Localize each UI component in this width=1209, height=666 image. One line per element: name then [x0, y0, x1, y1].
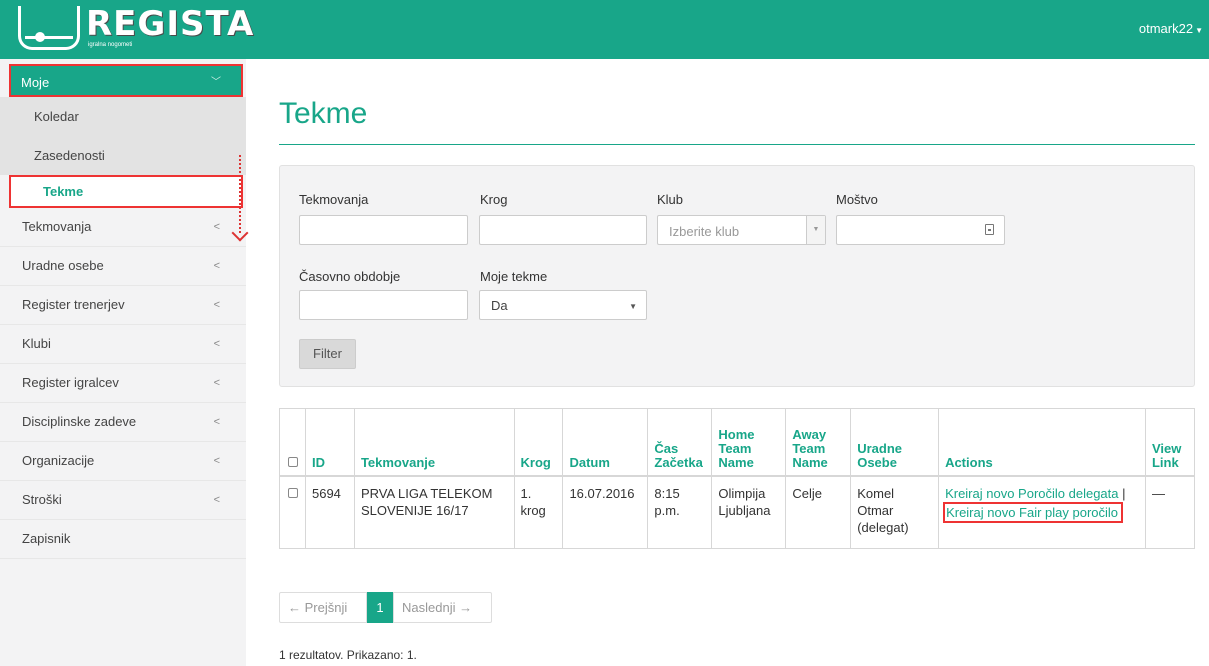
cell-home-team: Olimpija Ljubljana [711, 475, 787, 549]
filter-button[interactable]: Filter [299, 339, 356, 369]
sidebar-subitem-zasedenosti[interactable]: Zasedenosti [0, 136, 246, 175]
sidebar-item-label: Register trenerjev [22, 297, 125, 312]
sidebar-item-organizacije[interactable]: Organizacije < [0, 442, 246, 481]
create-fair-play-report-link[interactable]: Kreiraj novo Fair play poročilo [943, 501, 1124, 523]
sidebar-submenu-moje: Koledar Zasedenosti [0, 97, 246, 175]
sidebar-item-label: Uradne osebe [22, 258, 104, 273]
moje-tekme-label: Moje tekme [480, 269, 548, 284]
col-actions: Actions [938, 408, 1146, 477]
sidebar-item-label: Register igralcev [22, 375, 119, 390]
krog-input[interactable] [479, 215, 647, 245]
title-divider [279, 144, 1195, 145]
klub-select[interactable]: Izberite klub ▼ [657, 215, 826, 245]
chevron-left-icon: < [213, 416, 220, 428]
pagination-previous[interactable]: ← Prejšnji [279, 592, 367, 623]
moje-tekme-value: Da [491, 298, 508, 313]
casovno-obdobje-input[interactable] [299, 290, 468, 320]
chevron-left-icon: < [213, 338, 220, 350]
filter-panel: Tekmovanja Krog Klub Izberite klub ▼ Moš… [279, 165, 1195, 387]
top-navbar: REGISTA igralna nogometi otmark22 ▼ [0, 0, 1209, 59]
col-datum[interactable]: Datum [562, 408, 649, 477]
obdobje-label: Časovno obdobje [299, 269, 401, 284]
pagination-next[interactable]: Naslednji → [393, 592, 492, 623]
col-view-link: View Link [1144, 408, 1196, 477]
sidebar: Moje ﹀ Koledar Zasedenosti Tekme Tekmova… [0, 59, 249, 666]
row-checkbox[interactable] [288, 487, 298, 498]
username: otmark22 [1138, 21, 1194, 36]
col-krog[interactable]: Krog [513, 408, 564, 477]
sidebar-item-label: Tekmovanja [22, 219, 92, 234]
col-uradne-osebe[interactable]: Uradne Osebe [850, 408, 940, 477]
sidebar-item-label: Stroški [22, 492, 62, 507]
sidebar-item-label: Zapisnik [22, 531, 71, 546]
tekmovanja-input[interactable] [299, 215, 468, 245]
cell-id: 5694 [304, 475, 355, 549]
chevron-left-icon: < [213, 260, 220, 272]
table-row: 5694 PRVA LIGA TELEKOM SLOVENIJE 16/17 1… [279, 475, 1196, 549]
pagination-page-1[interactable]: 1 [367, 592, 393, 623]
annotation-arrow [231, 155, 249, 242]
col-tekmovanje[interactable]: Tekmovanje [353, 408, 515, 477]
klub-placeholder: Izberite klub [669, 224, 740, 239]
col-cas-zacetka[interactable]: Čas Začetka [647, 408, 713, 477]
mostvo-input[interactable] [836, 215, 1005, 245]
create-delegate-report-link[interactable]: Kreiraj novo Poročilo delegata [945, 486, 1118, 501]
row-select-cell [279, 475, 306, 549]
sidebar-item-label: Disciplinske zadeve [22, 414, 137, 429]
logo-subtitle: igralna nogometi [88, 42, 133, 48]
cell-view-link: — [1144, 475, 1196, 549]
sidebar-item-stroski[interactable]: Stroški < [0, 481, 246, 520]
sidebar-item-label: Klubi [22, 336, 51, 351]
goal-logo-icon [18, 6, 80, 50]
cell-tekmovanje: PRVA LIGA TELEKOM SLOVENIJE 16/17 [353, 475, 515, 549]
sidebar-subitem-koledar[interactable]: Koledar [0, 97, 246, 136]
klub-label: Klub [657, 192, 684, 207]
mostvo-label: Moštvo [836, 192, 878, 207]
col-away-team[interactable]: Away Team Name [785, 408, 852, 477]
page-title: Tekme [279, 97, 368, 130]
chevron-left-icon: < [213, 221, 220, 233]
chevron-down-icon: ﹀ [211, 77, 221, 88]
sidebar-subitem-tekme[interactable]: Tekme [9, 175, 243, 208]
dropdown-arrow-icon[interactable]: ▼ [806, 216, 825, 244]
chevron-left-icon: < [213, 455, 220, 467]
caret-down-icon: ▼ [629, 302, 637, 311]
sidebar-item-label: Moje [21, 75, 50, 90]
regista-logo[interactable]: REGISTA igralna nogometi [18, 4, 253, 50]
moje-tekme-select[interactable]: Da ▼ [479, 290, 647, 320]
sidebar-item-uradne-osebe[interactable]: Uradne osebe < [0, 247, 246, 286]
col-home-team[interactable]: Home Team Name [711, 408, 787, 477]
sidebar-item-tekmovanja[interactable]: Tekmovanja < [0, 208, 246, 247]
sidebar-item-klubi[interactable]: Klubi < [0, 325, 246, 364]
sidebar-item-disciplinske-zadeve[interactable]: Disciplinske zadeve < [0, 403, 246, 442]
chevron-left-icon: < [213, 299, 220, 311]
sidebar-item-label: Organizacije [22, 453, 95, 468]
cell-krog: 1. krog [513, 475, 564, 549]
results-summary: 1 rezultatov. Prikazano: 1. [279, 648, 417, 662]
sidebar-item-moje[interactable]: Moje ﹀ [9, 64, 243, 97]
krog-label: Krog [480, 192, 508, 207]
cell-actions: Kreiraj novo Poročilo delegata | Kreiraj… [938, 475, 1146, 549]
user-menu[interactable]: otmark22 ▼ [1139, 21, 1203, 36]
sidebar-item-zapisnik[interactable]: Zapisnik [0, 520, 246, 559]
sidebar-item-register-igralcev[interactable]: Register igralcev < [0, 364, 246, 403]
chevron-left-icon: < [213, 377, 220, 389]
calendar-icon [985, 224, 994, 235]
cell-away-team: Celje [785, 475, 852, 549]
select-all-cell [279, 408, 306, 477]
tekmovanja-label: Tekmovanja [299, 192, 369, 207]
cell-datum: 16.07.2016 [562, 475, 649, 549]
logo-title: REGISTA [86, 4, 255, 44]
table-header-row: ID Tekmovanje Krog Datum Čas Začetka Hom… [279, 408, 1196, 477]
cell-cas: 8:15 p.m. [647, 475, 713, 549]
action-separator: | [1122, 485, 1126, 501]
cell-uradne-osebe: Komel Otmar (delegat) [850, 475, 940, 549]
select-all-checkbox[interactable] [288, 456, 298, 467]
chevron-left-icon: < [213, 494, 220, 506]
caret-down-icon: ▼ [1195, 26, 1203, 35]
pagination: ← Prejšnji 1 Naslednji → [279, 592, 492, 623]
results-table: ID Tekmovanje Krog Datum Čas Začetka Hom… [279, 408, 1196, 549]
sidebar-item-register-trenerjev[interactable]: Register trenerjev < [0, 286, 246, 325]
col-id[interactable]: ID [304, 408, 355, 477]
